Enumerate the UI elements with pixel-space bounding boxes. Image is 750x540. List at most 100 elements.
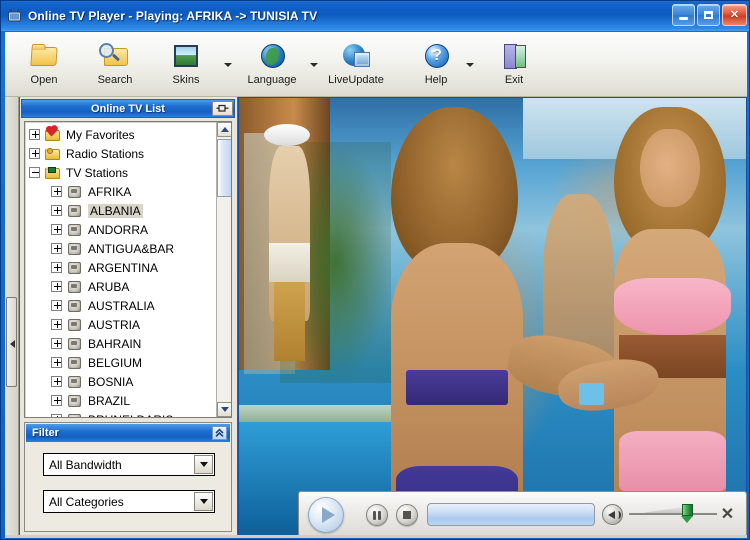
tree-item-australia[interactable]: AUSTRALIA	[25, 296, 215, 315]
toolbar-button-help[interactable]: ? Help	[405, 37, 467, 95]
toolbar-label-open: Open	[30, 74, 58, 86]
tree-item-radio-stations[interactable]: Radio Stations	[25, 144, 215, 163]
toolbar-button-language[interactable]: Language	[241, 37, 303, 95]
bandwidth-dropdown-button[interactable]	[194, 455, 213, 474]
expand-icon[interactable]	[51, 205, 62, 216]
channel-icon	[67, 280, 83, 294]
favorites-folder-icon	[45, 126, 61, 142]
seek-slider[interactable]	[427, 503, 595, 526]
search-folder-icon	[99, 41, 130, 71]
window-title: Online TV Player - Playing: AFRIKA -> TU…	[28, 9, 318, 23]
expand-icon[interactable]	[51, 395, 62, 406]
player-close-button[interactable]: ✕	[719, 506, 736, 523]
tree-item-label: AUSTRALIA	[88, 298, 155, 313]
filter-collapse-button[interactable]	[212, 426, 227, 440]
exit-door-icon	[499, 41, 529, 71]
tv-list-tree-box: My Favorites Radio Stations TV Stations AFR…	[24, 121, 232, 418]
help-question-icon: ?	[421, 41, 451, 71]
video-display[interactable]	[238, 97, 747, 537]
expand-icon[interactable]	[51, 300, 62, 311]
tree-item-argentina[interactable]: ARGENTINA	[25, 258, 215, 277]
expand-icon[interactable]	[51, 186, 62, 197]
expand-icon[interactable]	[51, 224, 62, 235]
expand-icon[interactable]	[51, 376, 62, 387]
tv-list-tree[interactable]: My Favorites Radio Stations TV Stations AFR…	[25, 125, 215, 417]
channel-icon	[67, 375, 83, 389]
content-area: Online TV List My Favorites Radio Station…	[5, 97, 747, 537]
tree-item-bosnia[interactable]: BOSNIA	[25, 372, 215, 391]
scroll-up-button[interactable]	[217, 122, 231, 137]
tree-item-tv-stations[interactable]: TV Stations	[25, 163, 215, 182]
channel-icon	[67, 223, 83, 237]
scroll-down-button[interactable]	[217, 402, 231, 417]
tree-item-aruba[interactable]: ARUBA	[25, 277, 215, 296]
tree-item-my-favorites[interactable]: My Favorites	[25, 125, 215, 144]
sidebar-collapse-rail	[5, 97, 19, 537]
chevron-double-up-icon	[215, 428, 224, 437]
volume-slider-thumb[interactable]	[681, 504, 693, 523]
tree-item-afrika[interactable]: AFRIKA	[25, 182, 215, 201]
expand-icon[interactable]	[51, 357, 62, 368]
minimize-button[interactable]	[672, 4, 695, 26]
tree-item-label: Radio Stations	[66, 146, 145, 161]
expand-icon[interactable]	[29, 129, 40, 140]
minimize-icon	[679, 16, 688, 20]
tree-item-antigua-bar[interactable]: ANTIGUA&BAR	[25, 239, 215, 258]
pin-button[interactable]	[212, 101, 233, 116]
tree-item-brunei-daris[interactable]: BRUNEI DARIS.	[25, 410, 215, 417]
help-dropdown-arrow-icon[interactable]	[466, 61, 475, 70]
close-icon: ✕	[729, 8, 740, 21]
language-dropdown-arrow-icon[interactable]	[310, 61, 319, 70]
collapse-icon[interactable]	[29, 167, 40, 178]
tree-item-label: ARGENTINA	[88, 260, 159, 275]
player-control-bar: ✕	[298, 491, 747, 537]
expand-icon[interactable]	[51, 319, 62, 330]
volume-slider-track[interactable]	[629, 513, 717, 515]
toolbar-button-skins[interactable]: Skins	[155, 37, 217, 95]
stop-icon	[403, 511, 411, 519]
toolbar: Open Search Skins Language LiveUpdate ? …	[5, 32, 747, 97]
toolbar-button-search[interactable]: Search	[84, 37, 146, 95]
tree-item-label: BAHRAIN	[88, 336, 142, 351]
play-icon	[321, 507, 335, 523]
scrollbar-thumb[interactable]	[217, 139, 231, 197]
toolbar-button-exit[interactable]: Exit	[483, 37, 545, 95]
chevron-down-icon	[199, 462, 208, 467]
pause-button[interactable]	[366, 504, 388, 526]
close-button[interactable]: ✕	[722, 4, 747, 26]
filter-title: Filter	[32, 427, 59, 439]
expand-icon[interactable]	[51, 338, 62, 349]
tree-item-bahrain[interactable]: BAHRAIN	[25, 334, 215, 353]
maximize-button[interactable]	[697, 4, 720, 26]
toolbar-button-liveupdate[interactable]: LiveUpdate	[325, 37, 387, 95]
tree-item-belgium[interactable]: BELGIUM	[25, 353, 215, 372]
bandwidth-filter-select[interactable]: All Bandwidth	[43, 453, 215, 476]
expand-icon[interactable]	[51, 262, 62, 273]
sidebar-collapse-handle[interactable]	[6, 297, 17, 387]
pin-icon	[216, 104, 229, 112]
toolbar-label-liveupdate: LiveUpdate	[328, 74, 384, 86]
chevron-down-icon	[220, 407, 229, 412]
channel-icon	[67, 356, 83, 370]
stop-button[interactable]	[396, 504, 418, 526]
tree-item-brazil[interactable]: BRAZIL	[25, 391, 215, 410]
channel-icon	[67, 413, 83, 417]
expand-icon[interactable]	[51, 414, 62, 417]
speaker-icon[interactable]	[602, 504, 623, 525]
tree-item-label: TV Stations	[66, 165, 129, 180]
categories-dropdown-button[interactable]	[194, 492, 213, 511]
bandwidth-filter-value: All Bandwidth	[49, 457, 122, 472]
categories-filter-select[interactable]: All Categories	[43, 490, 215, 513]
expand-icon[interactable]	[29, 148, 40, 159]
play-button[interactable]	[308, 497, 357, 533]
expand-icon[interactable]	[51, 281, 62, 292]
radio-folder-icon	[45, 147, 61, 161]
globe-icon	[257, 41, 287, 71]
tree-item-andorra[interactable]: ANDORRA	[25, 220, 215, 239]
toolbar-button-open[interactable]: Open	[13, 37, 75, 95]
tree-item-austria[interactable]: AUSTRIA	[25, 315, 215, 334]
tree-item-albania[interactable]: ALBANIA	[25, 201, 215, 220]
expand-icon[interactable]	[51, 243, 62, 254]
tree-vertical-scrollbar[interactable]	[216, 122, 231, 417]
skins-dropdown-arrow-icon[interactable]	[224, 61, 233, 70]
